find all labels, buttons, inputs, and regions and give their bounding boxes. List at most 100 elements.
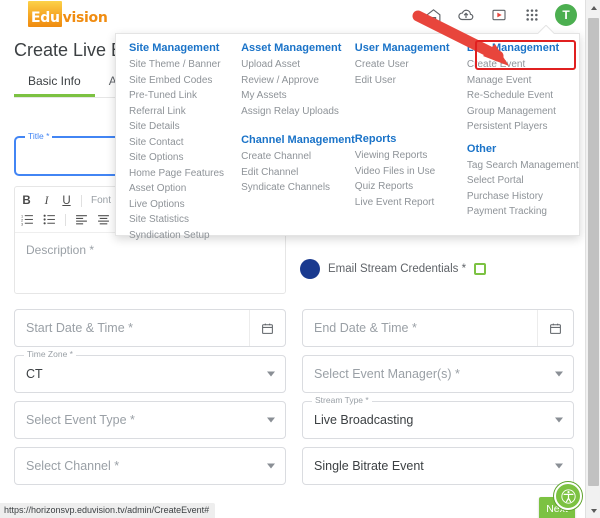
menu-columns: Site Management Site Theme / Banner Site… (116, 42, 579, 243)
menu-item-purchase-history[interactable]: Purchase History (467, 189, 579, 205)
chevron-down-icon-bitrate[interactable] (555, 463, 563, 469)
chevron-down-icon-type[interactable] (267, 417, 275, 423)
menu-item-site-contact[interactable]: Site Contact (129, 135, 241, 151)
bold-icon[interactable]: B (21, 195, 32, 207)
chevron-down-icon[interactable] (267, 371, 275, 377)
menu-heading-channel-management[interactable]: Channel Management (241, 134, 355, 146)
menu-item-select-portal[interactable]: Select Portal (467, 173, 579, 189)
menu-item-edit-user[interactable]: Edit User (355, 73, 467, 89)
email-credentials-checkbox[interactable] (474, 263, 487, 275)
menu-heading-asset-management[interactable]: Asset Management (241, 42, 355, 54)
svg-text:1: 1 (21, 214, 23, 218)
time-zone-label: Time Zone * (24, 350, 76, 359)
menu-heading-live-management[interactable]: Live Management (467, 42, 579, 54)
title-label: Title * (25, 132, 53, 141)
home-icon[interactable] (423, 5, 443, 25)
menu-item-upload-asset[interactable]: Upload Asset (241, 57, 355, 73)
mega-menu-dropdown: Site Management Site Theme / Banner Site… (115, 33, 580, 241)
scroll-down-icon[interactable] (586, 503, 600, 518)
email-stream-credentials-row[interactable]: Email Stream Credentials * (300, 256, 576, 282)
menu-item-asset-option[interactable]: Asset Option (129, 181, 241, 197)
menu-item-create-event[interactable]: Create Event (467, 57, 579, 73)
menu-item-live-options[interactable]: Live Options (129, 197, 241, 213)
calendar-icon[interactable] (249, 310, 285, 346)
stream-type-select[interactable]: Stream Type * Live Broadcasting (302, 396, 574, 439)
browser-viewport: Edu vision T Create Live Event Basic Inf… (0, 0, 600, 518)
email-credentials-label: Email Stream Credentials * (328, 263, 467, 275)
menu-pointer-notch (538, 25, 554, 34)
bitrate-select[interactable]: Single Bitrate Event (302, 447, 574, 485)
menu-item-re-schedule-event[interactable]: Re-Schedule Event (467, 88, 579, 104)
menu-item-review-approve[interactable]: Review / Approve (241, 73, 355, 89)
menu-heading-user-management[interactable]: User Management (355, 42, 467, 54)
vertical-scrollbar[interactable] (585, 0, 600, 518)
toolbar-divider (81, 194, 82, 207)
start-date-placeholder: Start Date & Time * (26, 321, 133, 335)
apps-grid-icon[interactable] (522, 5, 542, 25)
logo-badge: Edu (28, 1, 62, 27)
chevron-down-icon-channel[interactable] (267, 463, 275, 469)
menu-item-site-options[interactable]: Site Options (129, 150, 241, 166)
menu-item-syndicate-channels[interactable]: Syndicate Channels (241, 180, 355, 196)
menu-item-quiz-reports[interactable]: Quiz Reports (355, 179, 467, 195)
align-left-icon[interactable] (75, 213, 88, 226)
scrollbar-thumb[interactable] (588, 18, 599, 486)
menu-item-group-management[interactable]: Group Management (467, 104, 579, 120)
menu-item-create-user[interactable]: Create User (355, 57, 467, 73)
menu-item-manage-event[interactable]: Manage Event (467, 73, 579, 89)
menu-item-home-page-features[interactable]: Home Page Features (129, 166, 241, 182)
numbered-list-icon[interactable]: 1 2 3 (21, 213, 34, 226)
underline-icon[interactable]: U (61, 195, 72, 207)
scroll-up-icon[interactable] (586, 0, 600, 15)
menu-item-assign-relay-uploads[interactable]: Assign Relay Uploads (241, 104, 355, 120)
menu-column-live-other: Live Management Create Event Manage Even… (467, 42, 579, 243)
menu-item-referral-link[interactable]: Referral Link (129, 104, 241, 120)
menu-item-payment-tracking[interactable]: Payment Tracking (467, 204, 579, 220)
calendar-icon-end[interactable] (537, 310, 573, 346)
menu-item-site-embed-codes[interactable]: Site Embed Codes (129, 73, 241, 89)
menu-item-site-statistics[interactable]: Site Statistics (129, 212, 241, 228)
status-bar-url: https://horizonsvp.eduvision.tv/admin/Cr… (0, 503, 216, 518)
menu-item-edit-channel[interactable]: Edit Channel (241, 165, 355, 181)
font-selector[interactable]: Font (91, 195, 111, 206)
menu-item-site-theme-banner[interactable]: Site Theme / Banner (129, 57, 241, 73)
event-manager-select[interactable]: Select Event Manager(s) * (302, 355, 574, 393)
chevron-down-icon-stream[interactable] (555, 417, 563, 423)
menu-column-asset-channel: Asset Management Upload Asset Review / A… (241, 42, 355, 243)
menu-item-video-files-in-use[interactable]: Video Files in Use (355, 164, 467, 180)
cloud-upload-icon[interactable] (456, 5, 476, 25)
menu-heading-other[interactable]: Other (467, 143, 579, 155)
menu-item-persistent-players[interactable]: Persistent Players (467, 119, 579, 135)
email-icon (300, 259, 320, 279)
bullet-list-icon[interactable] (43, 213, 56, 226)
menu-item-my-assets[interactable]: My Assets (241, 88, 355, 104)
avatar[interactable]: T (555, 4, 577, 26)
time-zone-select[interactable]: Time Zone * CT (14, 350, 286, 393)
menu-item-tag-search-management[interactable]: Tag Search Management (467, 158, 579, 174)
event-type-placeholder: Select Event Type * (26, 413, 135, 427)
menu-heading-site-management[interactable]: Site Management (129, 42, 241, 54)
menu-item-viewing-reports[interactable]: Viewing Reports (355, 148, 467, 164)
chevron-down-icon-manager[interactable] (555, 371, 563, 377)
event-manager-placeholder: Select Event Manager(s) * (314, 367, 460, 381)
start-date-input[interactable]: Start Date & Time * (14, 309, 286, 347)
tab-basic-info[interactable]: Basic Info (14, 69, 95, 97)
event-type-select[interactable]: Select Event Type * (14, 401, 286, 439)
stream-type-label: Stream Type * (312, 396, 372, 405)
menu-heading-reports[interactable]: Reports (355, 133, 467, 145)
accessibility-icon[interactable] (554, 482, 582, 510)
bitrate-value: Single Bitrate Event (314, 459, 424, 473)
toolbar-divider-2 (65, 213, 66, 226)
menu-item-create-channel[interactable]: Create Channel (241, 149, 355, 165)
align-center-icon[interactable] (97, 213, 110, 226)
eduvision-logo[interactable]: Edu vision (28, 1, 108, 27)
menu-item-live-event-report[interactable]: Live Event Report (355, 195, 467, 211)
video-box-icon[interactable] (489, 5, 509, 25)
end-date-input[interactable]: End Date & Time * (302, 309, 574, 347)
italic-icon[interactable]: I (41, 195, 52, 207)
channel-placeholder: Select Channel * (26, 459, 120, 473)
menu-item-pre-tuned-link[interactable]: Pre-Tuned Link (129, 88, 241, 104)
channel-select[interactable]: Select Channel * (14, 447, 286, 485)
menu-item-site-details[interactable]: Site Details (129, 119, 241, 135)
menu-item-syndication-setup[interactable]: Syndication Setup (129, 228, 241, 244)
